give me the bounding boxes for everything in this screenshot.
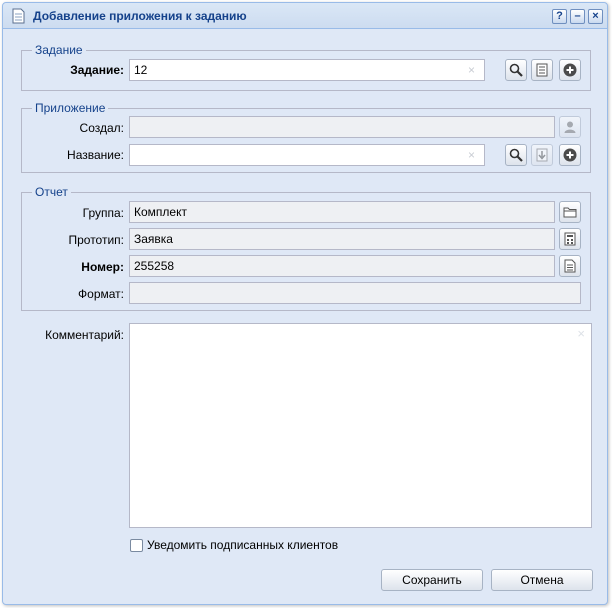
cancel-button[interactable]: Отмена: [491, 569, 593, 591]
chevron-down-icon[interactable]: [484, 59, 485, 81]
notify-label[interactable]: Уведомить подписанных клиентов: [147, 538, 338, 552]
format-field: [129, 282, 581, 304]
user-icon: [564, 121, 576, 133]
number-field: 255258: [129, 255, 555, 277]
document-icon: [12, 8, 25, 24]
task-combo[interactable]: 12 ×: [129, 59, 485, 81]
dialog-body: Задание Задание: 12 × Приложение Создал:…: [9, 31, 603, 599]
magnifier-icon: [509, 148, 523, 162]
comment-textarea[interactable]: ×: [129, 323, 592, 528]
plus-circle-icon: [563, 63, 577, 77]
name-combo[interactable]: ×: [129, 144, 485, 166]
prototype-field: Заявка: [129, 228, 555, 250]
save-button[interactable]: Сохранить: [381, 569, 483, 591]
help-button[interactable]: ?: [552, 9, 567, 24]
task-legend: Задание: [35, 43, 83, 57]
minimize-button[interactable]: –: [570, 9, 585, 24]
chevron-down-icon[interactable]: [484, 144, 485, 166]
number-button[interactable]: [559, 255, 581, 277]
task-details-button[interactable]: [531, 59, 553, 81]
attachment-legend: Приложение: [35, 101, 106, 115]
calculator-icon: [564, 232, 576, 246]
comment-label: Комментарий:: [45, 328, 124, 342]
user-button[interactable]: [559, 116, 581, 138]
task-add-button[interactable]: [559, 59, 581, 81]
created-by-label: Создал:: [79, 121, 124, 135]
download-button[interactable]: [531, 144, 553, 166]
name-label: Название:: [67, 148, 124, 162]
combo-clear-icon[interactable]: ×: [468, 148, 475, 162]
format-label: Формат:: [78, 287, 124, 301]
close-button[interactable]: ×: [588, 9, 603, 24]
plus-circle-icon: [563, 148, 577, 162]
name-search-button[interactable]: [505, 144, 527, 166]
group-label: Группа:: [82, 206, 124, 220]
title-bar[interactable]: Добавление приложения к заданию ? – ×: [3, 3, 607, 29]
document-icon: [564, 259, 576, 273]
prototype-label: Прототип:: [68, 233, 124, 247]
folder-icon: [563, 207, 577, 218]
prototype-button[interactable]: [559, 228, 581, 250]
task-value: 12: [134, 63, 148, 77]
download-arrow-icon: [536, 148, 548, 162]
report-legend: Отчет: [35, 185, 68, 199]
task-search-button[interactable]: [505, 59, 527, 81]
clear-icon[interactable]: ×: [577, 326, 585, 341]
magnifier-icon: [509, 63, 523, 77]
created-by-field: [129, 116, 555, 138]
task-label: Задание:: [70, 63, 124, 77]
notify-checkbox[interactable]: [130, 539, 143, 552]
document-lines-icon: [536, 63, 548, 77]
dialog-window: Добавление приложения к заданию ? – × За…: [2, 2, 608, 605]
group-field: Комплект: [129, 201, 555, 223]
dialog-title: Добавление приложения к заданию: [33, 9, 247, 23]
number-label: Номер:: [81, 260, 124, 274]
name-add-button[interactable]: [559, 144, 581, 166]
group-folder-button[interactable]: [559, 201, 581, 223]
combo-clear-icon[interactable]: ×: [468, 63, 475, 77]
